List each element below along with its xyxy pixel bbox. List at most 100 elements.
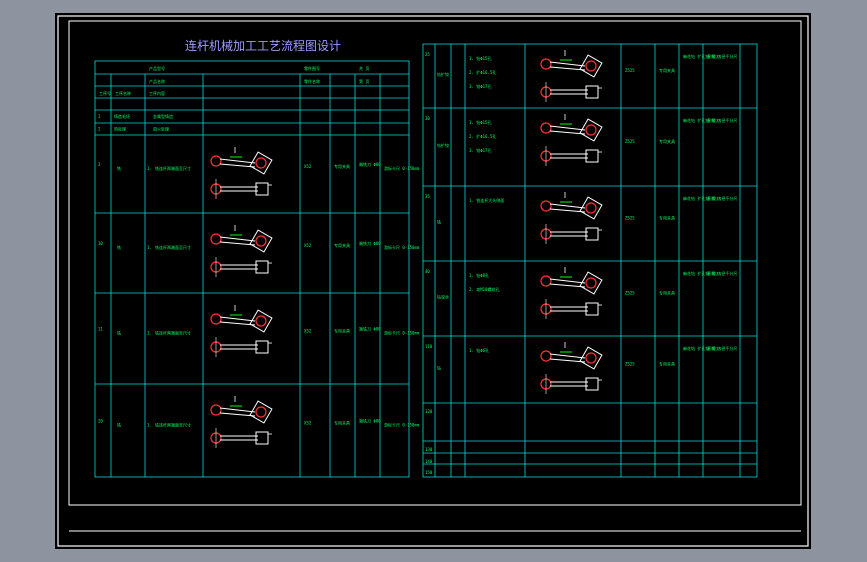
rod-shank-line xyxy=(549,353,586,359)
right-row-name: 钻扩铰 xyxy=(437,71,449,77)
connecting-rod-sketch xyxy=(210,179,272,199)
right-row-name: 钻 xyxy=(437,365,441,371)
setup-row-name: 热处理 xyxy=(114,126,126,132)
process-row-step: 1. xyxy=(147,245,152,250)
connecting-rod-sketch xyxy=(540,267,603,295)
process-row-name: 铣 xyxy=(117,244,121,250)
right-row-no: 40 xyxy=(425,269,430,274)
big-end-block xyxy=(255,431,269,445)
right-row-gauge: 塞规 内径千分尺 xyxy=(707,195,737,201)
right-row-gauge: 塞规 内径千分尺 xyxy=(707,53,737,59)
small-end-hole xyxy=(540,58,552,70)
process-row-machine: X52 xyxy=(304,164,312,169)
process-row-tool: 端铣刀 Φ80 xyxy=(359,418,381,424)
left-header-cell: 零件图号 xyxy=(304,65,320,71)
process-row-step: 1. xyxy=(147,166,152,171)
process-row-tool: 端铣刀 Φ80 xyxy=(359,240,381,246)
left-header-cell: 产品名称 xyxy=(149,78,165,84)
right-row-no: 30 xyxy=(425,116,430,121)
process-row-content: 铣连杆两端面至尺寸 xyxy=(155,330,191,336)
big-end-block xyxy=(255,182,269,196)
right-row-name: 钻扩铰 xyxy=(437,142,449,148)
small-end-hole xyxy=(210,313,222,325)
process-row-gauge: 游标卡尺 0-150mm xyxy=(384,330,420,336)
right-row-step: 3. 铰Φ17孔 xyxy=(469,83,491,89)
process-row-name: 铣 xyxy=(117,165,121,171)
small-end-hole xyxy=(210,404,222,416)
right-row-fixture: 专用夹具 xyxy=(659,67,675,73)
setup-row-no: 2 xyxy=(98,127,101,132)
connecting-rod-sketch xyxy=(210,225,273,253)
connecting-rod-sketch xyxy=(540,192,603,220)
connecting-rod-sketch xyxy=(540,50,603,78)
right-row-step: 2. 扩Φ16.5孔 xyxy=(469,133,496,139)
rod-shank-line xyxy=(549,203,586,209)
process-row-fixture: 专用夹具 xyxy=(334,163,350,169)
connecting-rod-sketch xyxy=(540,146,602,166)
right-empty-row-no: 120 xyxy=(425,409,433,414)
right-row-machine: Z525 xyxy=(625,216,635,221)
big-end-block xyxy=(585,227,599,241)
right-table-border xyxy=(422,43,758,478)
small-end-hole xyxy=(210,233,222,245)
drawing-canvas[interactable]: 产品型号 零件图号 共 页产品名称 零件名称 第 页工序号 工序名称 工序内容 1 铸造毛坯 金属… xyxy=(55,13,811,549)
right-row-step: 1. 钻Φ8孔 xyxy=(469,272,489,278)
connecting-rod-sketch xyxy=(540,342,603,370)
drawing-title: 连杆机械加工工艺流程图设计 xyxy=(185,39,342,53)
left-header-cell: 产品型号 xyxy=(149,65,165,71)
right-row-no: 25 xyxy=(425,52,430,57)
connecting-rod-sketch xyxy=(540,374,602,394)
right-row-machine: Z525 xyxy=(625,68,635,73)
small-end-hole xyxy=(540,200,552,212)
connecting-rod-sketch xyxy=(210,337,272,357)
right-row-gauge: 塞规 内径千分尺 xyxy=(707,117,737,123)
left-header-cell: 零件名称 xyxy=(304,78,320,84)
process-row-step: 1. xyxy=(147,423,152,428)
right-row-step: 3. 铰Φ17孔 xyxy=(469,147,491,153)
process-row-step: 1. xyxy=(147,331,152,336)
right-row-fixture: 专用夹具 xyxy=(659,290,675,296)
right-empty-row-no: 140 xyxy=(425,459,433,464)
right-row-fixture: 专用夹具 xyxy=(659,361,675,367)
process-row-content: 铣连杆两端面至尺寸 xyxy=(155,244,191,250)
cad-drawing: 产品型号 零件图号 共 页产品名称 零件名称 第 页工序号 工序名称 工序内容 1 铸造毛坯 金属… xyxy=(57,15,809,547)
big-end-hole xyxy=(585,202,597,214)
big-end-hole xyxy=(585,352,597,364)
big-end-block xyxy=(255,260,269,274)
big-end-block xyxy=(585,302,599,316)
process-row-fixture: 专用夹具 xyxy=(334,242,350,248)
right-row-no: 110 xyxy=(425,344,433,349)
big-end-hole xyxy=(255,157,267,169)
rod-shank-line xyxy=(549,125,586,131)
process-row-machine: X52 xyxy=(304,243,312,248)
small-end-hole xyxy=(540,275,552,287)
big-end-hole xyxy=(255,315,267,327)
rod-shank-line xyxy=(219,407,256,413)
setup-row-content: 金属型铸造 xyxy=(153,113,173,119)
right-row-step: 2. 扩Φ16.5孔 xyxy=(469,69,496,75)
connecting-rod-sketch xyxy=(540,224,602,244)
process-row-no: 3 xyxy=(98,162,101,167)
right-row-machine: Z525 xyxy=(625,139,635,144)
process-row-name: 铣 xyxy=(117,422,121,428)
big-end-hole xyxy=(585,60,597,72)
big-end-hole xyxy=(255,406,267,418)
connecting-rod-sketch xyxy=(210,396,273,424)
right-row-name: 钻攻丝 xyxy=(437,294,449,300)
connecting-rod-sketch xyxy=(210,305,273,333)
right-row-fixture: 专用夹具 xyxy=(659,215,675,221)
process-row-gauge: 游标卡尺 0-150mm xyxy=(384,165,420,171)
small-end-hole xyxy=(210,155,222,167)
big-end-block xyxy=(255,340,269,354)
rod-shank-line xyxy=(219,158,256,164)
connecting-rod-sketch xyxy=(540,299,602,319)
process-row-content: 铣连杆两端面至尺寸 xyxy=(155,165,191,171)
process-row-tool: 端铣刀 Φ80 xyxy=(359,161,381,167)
left-header-cell: 第 页 xyxy=(359,78,369,84)
small-end-hole xyxy=(540,122,552,134)
connecting-rod-sketch xyxy=(540,114,603,142)
rod-shank-line xyxy=(549,278,586,284)
right-row-name: 铣 xyxy=(437,219,441,225)
big-end-hole xyxy=(255,235,267,247)
process-row-fixture: 专用夹具 xyxy=(334,420,350,426)
